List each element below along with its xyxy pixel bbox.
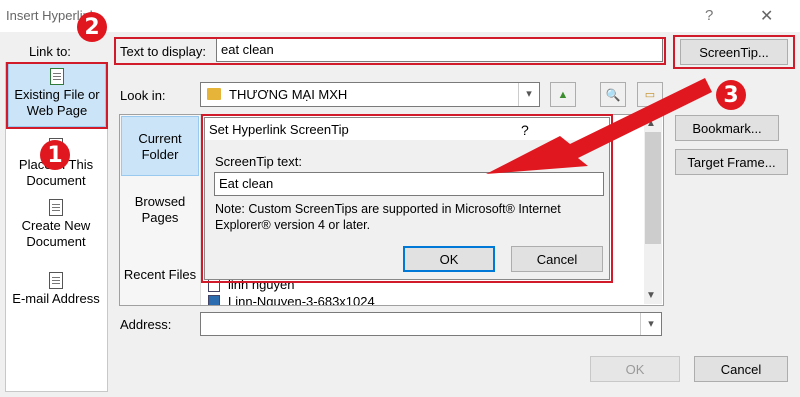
scroll-thumb[interactable] [645,132,661,244]
highlight-screentip-button [673,35,795,69]
link-to-create-label: Create New Document [21,218,91,249]
chevron-down-icon: ▾ [640,313,661,335]
chevron-down-icon: ▾ [518,83,539,106]
highlight-text-to-display [114,37,666,65]
callout-two: 2 [77,12,107,42]
look-in-label: Look in: [120,88,166,103]
up-folder-icon[interactable]: ▲ [550,82,576,107]
link-to-email-label: E-mail Address [12,291,100,306]
cancel-button[interactable]: Cancel [694,356,788,382]
browse-file-icon[interactable]: ▭ [637,82,663,107]
close-icon[interactable]: ✕ [760,6,773,26]
bookmark-button[interactable]: Bookmark... [675,115,779,141]
scroll-up-icon[interactable]: ▲ [646,118,656,129]
look-in-value: THƯƠNG MẠI MXH [229,87,348,102]
browse-web-icon[interactable]: 🔍 [600,82,626,107]
tab-current-folder[interactable]: Current Folder [121,116,199,176]
look-in-select[interactable]: THƯƠNG MẠI MXH ▾ [200,82,540,107]
file-name: Linn-Nguyen-3-683x1024 [228,294,375,305]
link-to-label: Link to: [29,44,71,59]
address-label: Address: [120,317,172,332]
file-list-item[interactable]: Linn-Nguyen-3-683x1024 [206,294,406,305]
link-to-email[interactable]: E-mail Address [10,272,102,307]
highlight-existing-file [6,62,108,129]
link-to-create-new[interactable]: Create New Document [10,199,102,250]
help-icon[interactable]: ? [705,7,713,24]
tab-browsed-pages[interactable]: Browsed Pages [121,194,199,226]
target-frame-button[interactable]: Target Frame... [675,149,788,175]
tab-recent-files[interactable]: Recent Files [121,267,199,283]
new-document-icon [49,199,63,216]
email-icon [49,272,63,289]
folder-icon [207,88,221,100]
file-icon [208,295,220,305]
callout-three: 3 [716,80,746,110]
title-bar [0,0,800,32]
highlight-screentip-dialog [201,114,613,283]
address-input[interactable]: ▾ [200,312,662,336]
callout-one: 1 [40,140,70,170]
ok-button[interactable]: OK [590,356,680,382]
scroll-down-icon[interactable]: ▼ [646,290,656,301]
